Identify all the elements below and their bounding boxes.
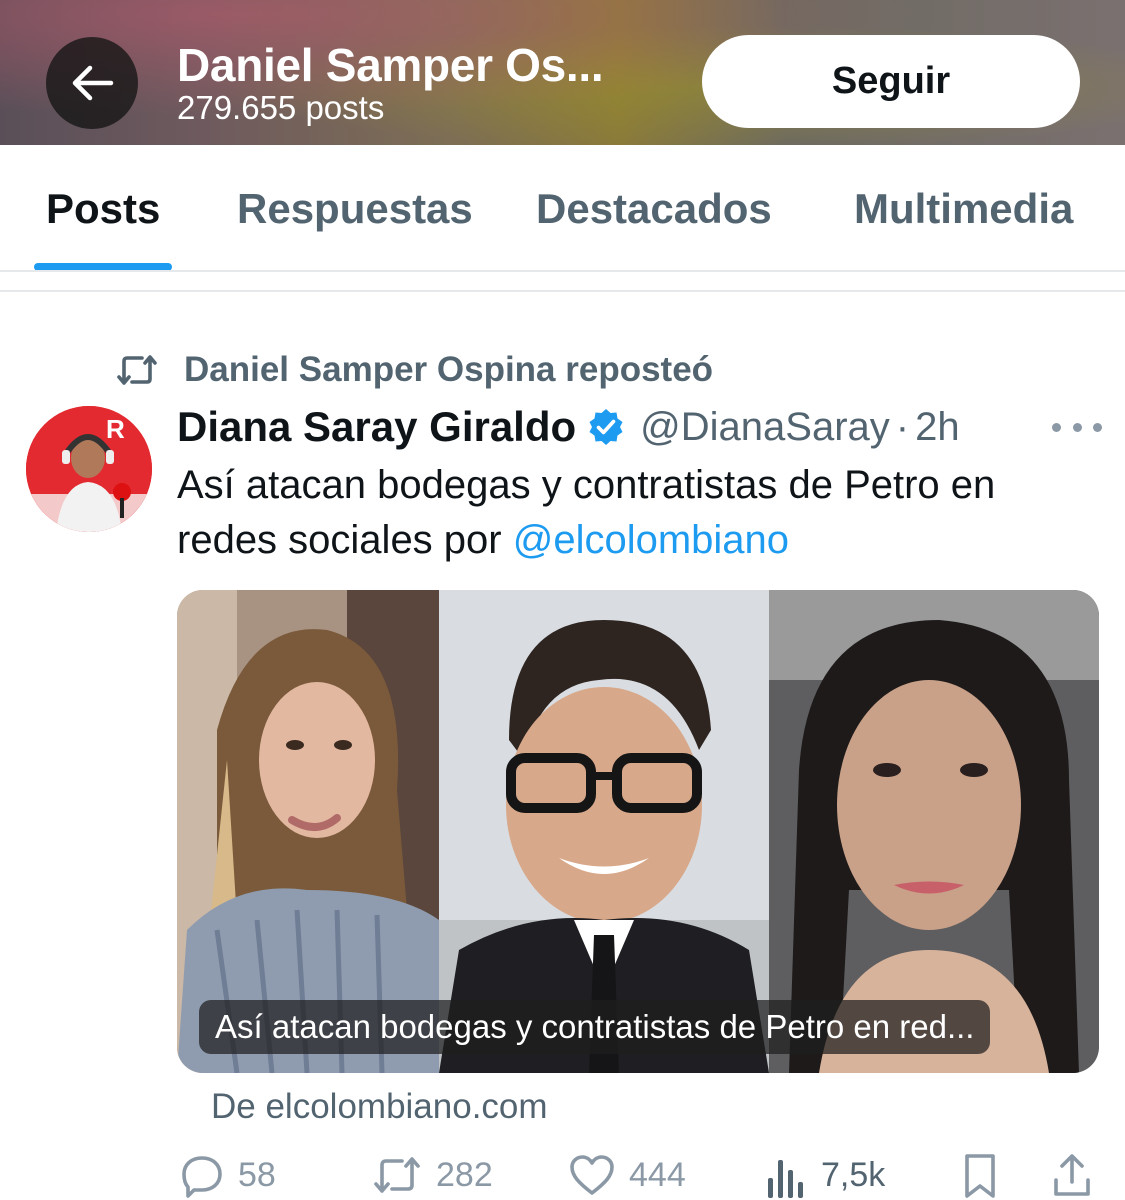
reply-count: 58 — [238, 1155, 276, 1194]
repost-icon — [117, 355, 157, 385]
repost-text: Daniel Samper Ospina reposteó — [184, 350, 714, 389]
profile-tabs: Posts Respuestas Destacados Multimedia — [0, 145, 1125, 272]
tab-destacados[interactable]: Destacados — [536, 185, 772, 233]
tab-multimedia[interactable]: Multimedia — [854, 185, 1073, 233]
feed-divider — [0, 290, 1125, 292]
reply-icon — [182, 1156, 222, 1198]
like-button[interactable]: 444 — [569, 1150, 686, 1200]
like-count: 444 — [629, 1155, 686, 1194]
tabs-divider — [0, 270, 1125, 272]
heart-icon — [570, 1155, 614, 1195]
views-button[interactable]: 7,5k — [765, 1150, 885, 1200]
follow-button[interactable]: Seguir — [702, 35, 1080, 128]
svg-text:R: R — [106, 414, 125, 444]
repost-context: Daniel Samper Ospina reposteó — [116, 348, 713, 392]
analytics-icon — [768, 1160, 803, 1198]
verified-badge-icon — [586, 407, 626, 447]
author-name[interactable]: Diana Saray Giraldo — [177, 403, 576, 451]
link-card-image[interactable]: Así atacan bodegas y contratistas de Pet… — [177, 590, 1099, 1073]
post-author-row: Diana Saray Giraldo @DianaSaray · 2h — [177, 402, 960, 452]
tab-respuestas[interactable]: Respuestas — [237, 185, 473, 233]
reply-button[interactable]: 58 — [180, 1150, 276, 1200]
posts-count: 279.655 posts — [177, 89, 385, 126]
bookmark-button[interactable] — [962, 1150, 998, 1200]
share-button[interactable] — [1052, 1150, 1092, 1200]
more-options-icon[interactable] — [1052, 412, 1102, 442]
views-count: 7,5k — [821, 1155, 886, 1194]
post-actions: 58 282 444 7,5k — [0, 1150, 1125, 1200]
arrow-left-icon — [72, 65, 114, 101]
repost-action-icon — [374, 1157, 420, 1193]
card-caption: Así atacan bodegas y contratistas de Pet… — [199, 1000, 991, 1054]
meta-separator: · — [895, 404, 910, 449]
mention-link[interactable]: @elcolombiano — [513, 518, 789, 562]
post-text: Así atacan bodegas y contratistas de Pet… — [177, 458, 1097, 568]
share-icon — [1054, 1154, 1090, 1196]
back-button[interactable] — [46, 37, 138, 129]
profile-header: Daniel Samper Os... 279.655 posts Seguir — [0, 0, 1125, 145]
author-handle[interactable]: @DianaSaray — [640, 405, 890, 450]
link-source[interactable]: De elcolombiano.com — [211, 1087, 548, 1127]
repost-button[interactable]: 282 — [372, 1150, 493, 1200]
tab-posts[interactable]: Posts — [46, 185, 160, 233]
post-timestamp[interactable]: 2h — [915, 405, 960, 450]
profile-title: Daniel Samper Os... — [177, 39, 604, 91]
bookmark-icon — [965, 1154, 995, 1198]
avatar[interactable]: R — [26, 406, 152, 532]
repost-count: 282 — [436, 1155, 493, 1194]
